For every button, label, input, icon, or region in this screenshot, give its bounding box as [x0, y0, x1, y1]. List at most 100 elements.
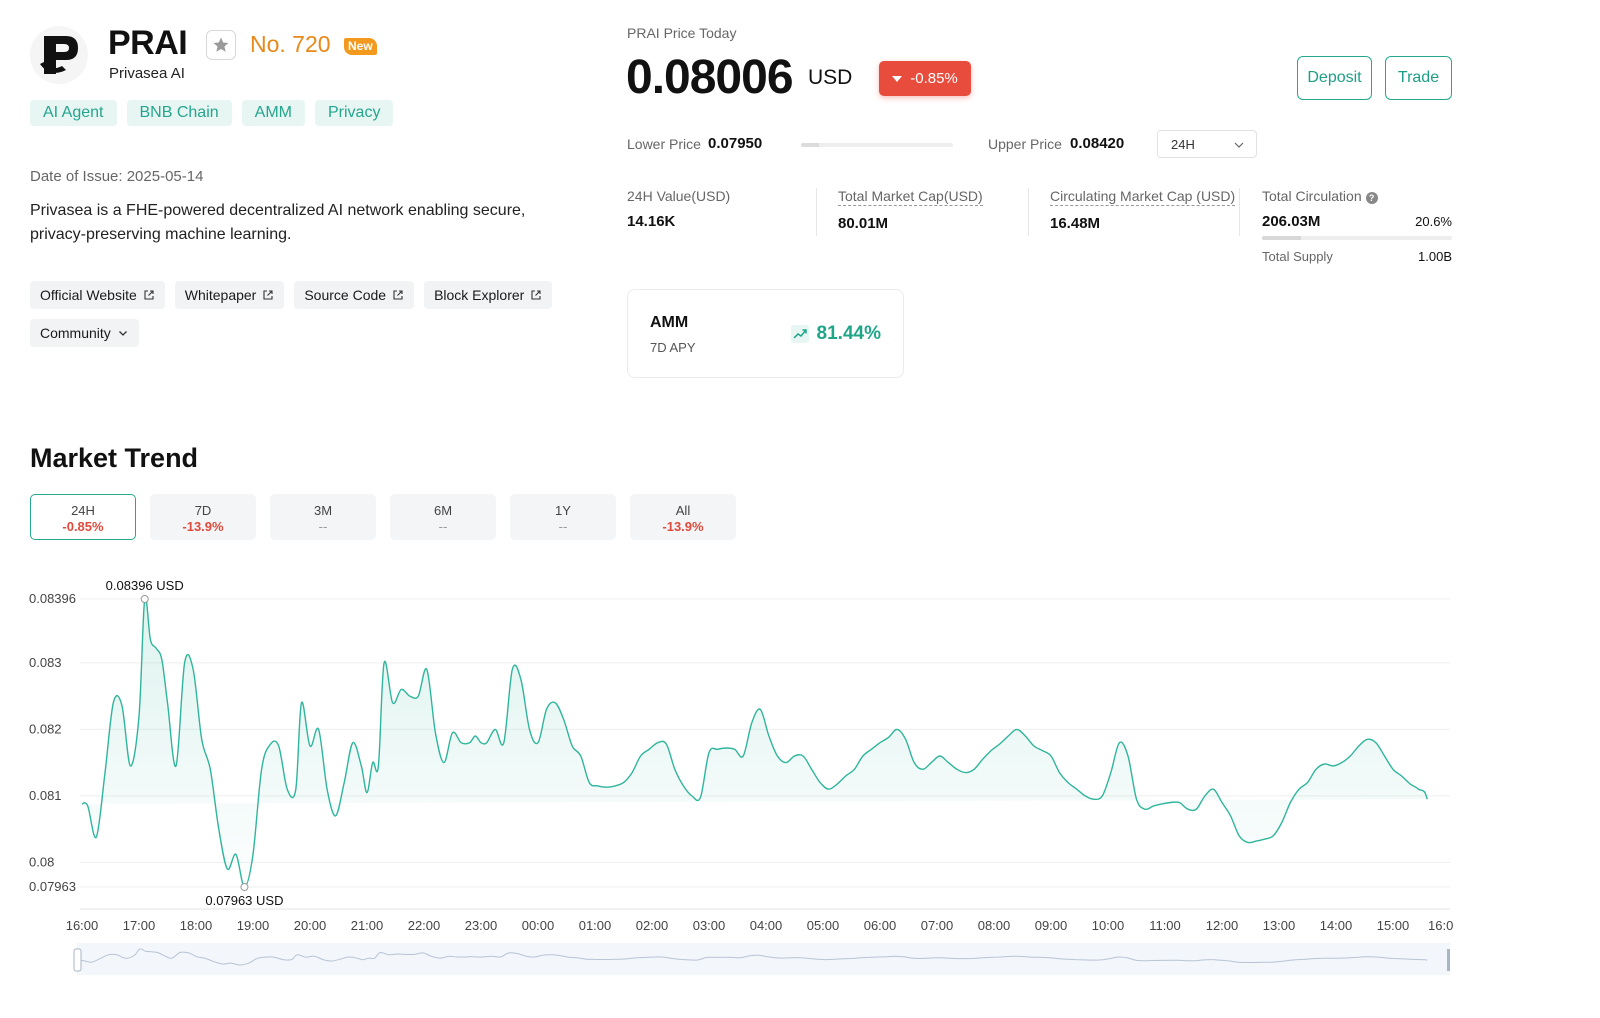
- x-tick-label: 09:00: [1035, 918, 1068, 933]
- lower-price-value: 0.07950: [708, 135, 763, 152]
- tab-1y[interactable]: 1Y --: [510, 494, 616, 540]
- token-rank: No. 720: [250, 31, 331, 57]
- stat-label[interactable]: Circulating Market Cap (USD): [1050, 188, 1236, 206]
- favorite-button[interactable]: [206, 30, 236, 60]
- trend-up-icon: [790, 325, 809, 343]
- tab-change: --: [318, 519, 328, 534]
- external-link-icon: [531, 290, 541, 300]
- stat-value: 14.16K: [627, 213, 676, 230]
- stat-label: 24H Value(USD): [627, 188, 731, 204]
- link-label: Official Website: [40, 287, 137, 303]
- total-supply-value: 1.00B: [1418, 249, 1452, 264]
- x-tick-label: 23:00: [465, 918, 498, 933]
- deposit-button[interactable]: Deposit: [1297, 56, 1372, 100]
- range-period-value: 24H: [1171, 137, 1195, 152]
- tab-label: 6M: [433, 503, 453, 518]
- x-tick-label: 19:00: [237, 918, 270, 933]
- x-tick-label: 16:00: [66, 918, 99, 933]
- tag-ai-agent[interactable]: AI Agent: [30, 100, 117, 126]
- stat-value: 206.03M 20.6%: [1262, 213, 1452, 230]
- tab-3m[interactable]: 3M --: [270, 494, 376, 540]
- amm-apy: 81.44%: [790, 323, 881, 345]
- chevron-down-icon: [118, 331, 127, 336]
- y-tick-label: 0.08: [29, 854, 54, 869]
- stat-circulation: Total Circulation? 206.03M 20.6% Total S…: [1262, 188, 1452, 264]
- price-unit: USD: [808, 66, 853, 89]
- lower-price-label: Lower Price: [627, 136, 701, 152]
- down-triangle-icon: [892, 75, 903, 82]
- tab-change: --: [438, 519, 448, 534]
- x-tick-label: 01:00: [579, 918, 612, 933]
- price-chart[interactable]: 0.07963 0.08 0.081 0.082 0.083 0.08396 16:00 17…: [0, 565, 1600, 985]
- new-badge: New: [344, 38, 377, 55]
- min-point-marker: [240, 883, 249, 891]
- issue-date: Date of Issue: 2025-05-14: [30, 168, 204, 185]
- tab-label: 24H: [71, 503, 95, 518]
- token-ticker: PRAI: [108, 24, 188, 62]
- min-price-label: 0.07963 USD: [205, 893, 283, 908]
- tab-6m[interactable]: 6M --: [390, 494, 496, 540]
- circulation-percent: 20.6%: [1415, 214, 1452, 229]
- y-tick-label: 0.083: [29, 655, 62, 670]
- stat-label[interactable]: Total Market Cap(USD): [838, 188, 983, 206]
- trend-period-tabs: 24H -0.85% 7D -13.9% 3M -- 6M -- 1Y -- A…: [30, 494, 736, 540]
- tag-bnb-chain[interactable]: BNB Chain: [126, 100, 232, 126]
- y-tick-label: 0.07963: [29, 879, 76, 894]
- tab-change: --: [558, 519, 568, 534]
- upper-price-value: 0.08420: [1070, 135, 1125, 152]
- circulation-label: Total Circulation: [1262, 188, 1362, 204]
- link-label: Block Explorer: [434, 287, 525, 303]
- x-tick-label: 08:00: [978, 918, 1011, 933]
- price-change-badge: -0.85%: [879, 61, 971, 96]
- circulation-value: 206.03M: [1262, 213, 1321, 230]
- tab-change: -0.85%: [62, 519, 104, 534]
- y-tick-label: 0.081: [29, 788, 62, 803]
- link-label: Whitepaper: [184, 287, 257, 303]
- x-tick-label: 18:00: [180, 918, 213, 933]
- star-icon: [213, 37, 229, 52]
- x-tick-label: 11:00: [1149, 918, 1181, 933]
- tag-list: AI Agent BNB Chain AMM Privacy: [30, 100, 394, 126]
- x-tick-label: 03:00: [693, 918, 726, 933]
- whitepaper-link[interactable]: Whitepaper: [174, 281, 285, 309]
- zoom-navigator[interactable]: [77, 943, 1450, 975]
- market-trend-title: Market Trend: [30, 443, 199, 473]
- source-code-link[interactable]: Source Code: [294, 281, 415, 309]
- current-price: 0.08006: [626, 51, 794, 104]
- max-point-marker: [140, 595, 149, 603]
- tab-label: 1Y: [555, 503, 571, 518]
- tab-7d[interactable]: 7D -13.9%: [150, 494, 256, 540]
- navigator-right-handle[interactable]: [1447, 949, 1450, 971]
- x-tick-label: 15:00: [1377, 918, 1410, 933]
- upper-price-label: Upper Price: [988, 136, 1062, 152]
- circulation-bar: [1262, 236, 1452, 240]
- x-tick-label: 00:00: [522, 918, 555, 933]
- amm-subtitle: 7D APY: [650, 340, 696, 355]
- price-change-value: -0.85%: [910, 70, 958, 87]
- link-list: Official Website Whitepaper Source Code …: [30, 281, 570, 347]
- block-explorer-link[interactable]: Block Explorer: [424, 281, 553, 309]
- range-period-select[interactable]: 24H: [1157, 130, 1257, 158]
- official-website-link[interactable]: Official Website: [30, 281, 165, 309]
- tab-24h[interactable]: 24H -0.85%: [30, 494, 136, 540]
- x-tick-label: 12:00: [1206, 918, 1239, 933]
- y-tick-label: 0.082: [29, 721, 62, 736]
- stat-value: 80.01M: [838, 215, 889, 232]
- x-tick-label: 21:00: [351, 918, 384, 933]
- amm-apy-value: 81.44%: [816, 323, 881, 344]
- trade-button[interactable]: Trade: [1385, 56, 1452, 100]
- x-tick-label: 05:00: [807, 918, 840, 933]
- x-tick-label: 02:00: [636, 918, 669, 933]
- tag-amm[interactable]: AMM: [241, 100, 305, 126]
- tab-label: All: [675, 503, 691, 518]
- link-label: Source Code: [304, 287, 387, 303]
- help-icon[interactable]: ?: [1365, 192, 1378, 204]
- community-dropdown[interactable]: Community: [30, 319, 139, 347]
- amm-card[interactable]: AMM 7D APY 81.44%: [627, 289, 904, 378]
- token-description: Privasea is a FHE-powered decentralized …: [30, 202, 526, 243]
- price-range-fill: [801, 143, 820, 147]
- navigator-left-handle[interactable]: [73, 948, 82, 972]
- tag-privacy[interactable]: Privacy: [314, 100, 394, 126]
- tab-all[interactable]: All -13.9%: [630, 494, 736, 540]
- chevron-down-icon: [1234, 142, 1244, 148]
